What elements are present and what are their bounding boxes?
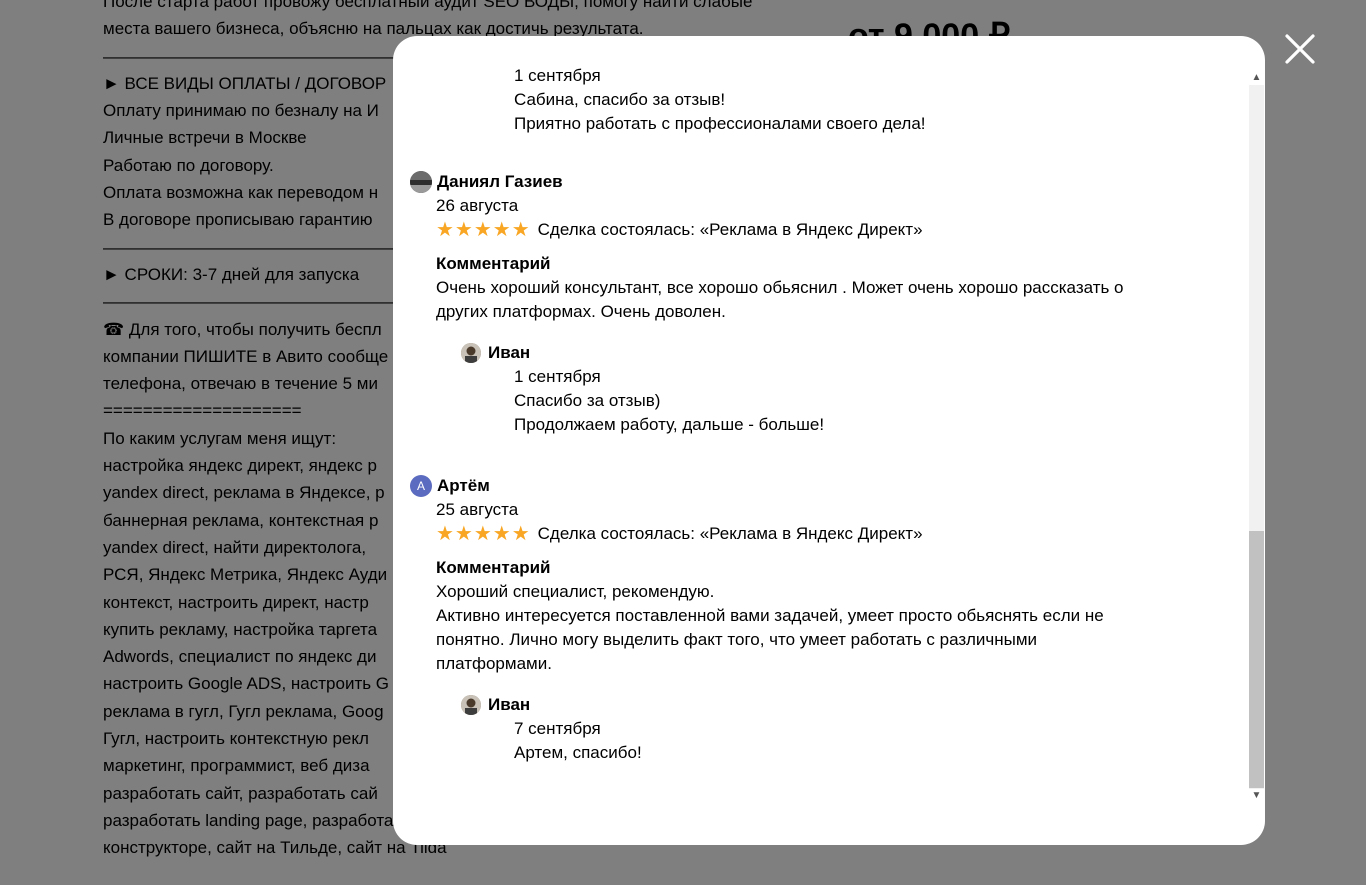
comment-text: понятно. Лично могу выделить факт того, …: [436, 630, 1038, 649]
reviews-modal: 1 сентября Сабина, спасибо за отзыв! При…: [393, 36, 1265, 845]
seller-avatar[interactable]: [461, 343, 481, 363]
reply-date: 1 сентября: [514, 66, 601, 85]
avatar-photo-icon: [410, 171, 432, 193]
user-avatar[interactable]: [410, 171, 432, 193]
comment-text: других платформах. Очень доволен.: [436, 302, 726, 321]
scroll-up-icon[interactable]: ▲: [1248, 71, 1265, 85]
comment-text: платформами.: [436, 654, 552, 673]
reply-text: Продолжаем работу, дальше - больше!: [514, 415, 825, 434]
reply-author[interactable]: Иван: [488, 695, 530, 715]
seller-avatar[interactable]: [461, 695, 481, 715]
reply-text: Артем, спасибо!: [514, 743, 642, 762]
seller-reply: 1 сентября Сабина, спасибо за отзыв! При…: [488, 64, 1245, 136]
review-author[interactable]: Даниял Газиев: [437, 172, 563, 192]
user-avatar[interactable]: А: [410, 475, 432, 497]
reviews-scroll-area[interactable]: 1 сентября Сабина, спасибо за отзыв! При…: [393, 36, 1245, 845]
seller-reply: Иван 7 сентября Артем, спасибо!: [461, 693, 1245, 765]
reply-date: 7 сентября: [514, 719, 601, 738]
review-author[interactable]: Артём: [437, 476, 490, 496]
review-date: 25 августа: [436, 500, 519, 519]
comment-text: Хороший специалист, рекомендую.: [436, 582, 715, 601]
scrollbar[interactable]: ▲ ▼: [1248, 71, 1265, 803]
rating-stars-icon: ★★★★★: [436, 523, 531, 545]
rating-stars-icon: ★★★★★: [436, 219, 531, 241]
review-date: 26 августа: [436, 196, 519, 215]
reply-text: Сабина, спасибо за отзыв!: [514, 90, 726, 109]
review-item: А Артём 25 августа ★★★★★ Сделка состояла…: [410, 474, 1245, 765]
avatar-letter: А: [416, 479, 425, 493]
comment-heading: Комментарий: [436, 254, 551, 273]
review-item: Даниял Газиев 26 августа ★★★★★ Сделка со…: [410, 170, 1245, 437]
scrollbar-thumb[interactable]: [1249, 531, 1264, 788]
reviews-list: 1 сентября Сабина, спасибо за отзыв! При…: [393, 36, 1245, 765]
reply-author[interactable]: Иван: [488, 343, 530, 363]
comment-text: Активно интересуется поставленной вами з…: [436, 606, 1104, 625]
reply-text: Спасибо за отзыв): [514, 391, 661, 410]
deal-status: Сделка состоялась: «Реклама в Яндекс Дир…: [537, 524, 923, 543]
scroll-down-icon[interactable]: ▼: [1248, 789, 1265, 803]
reply-date: 1 сентября: [514, 367, 601, 386]
close-button[interactable]: [1282, 31, 1318, 67]
comment-heading: Комментарий: [436, 558, 551, 577]
avatar-photo-icon: [461, 343, 481, 363]
seller-reply: Иван 1 сентября Спасибо за отзыв) Продол…: [461, 341, 1245, 437]
deal-status: Сделка состоялась: «Реклама в Яндекс Дир…: [537, 220, 923, 239]
avatar-photo-icon: [461, 695, 481, 715]
reply-text: Приятно работать с профессионалами своег…: [514, 114, 926, 133]
close-icon: [1285, 34, 1315, 64]
comment-text: Очень хороший консультант, все хорошо об…: [436, 278, 1124, 297]
